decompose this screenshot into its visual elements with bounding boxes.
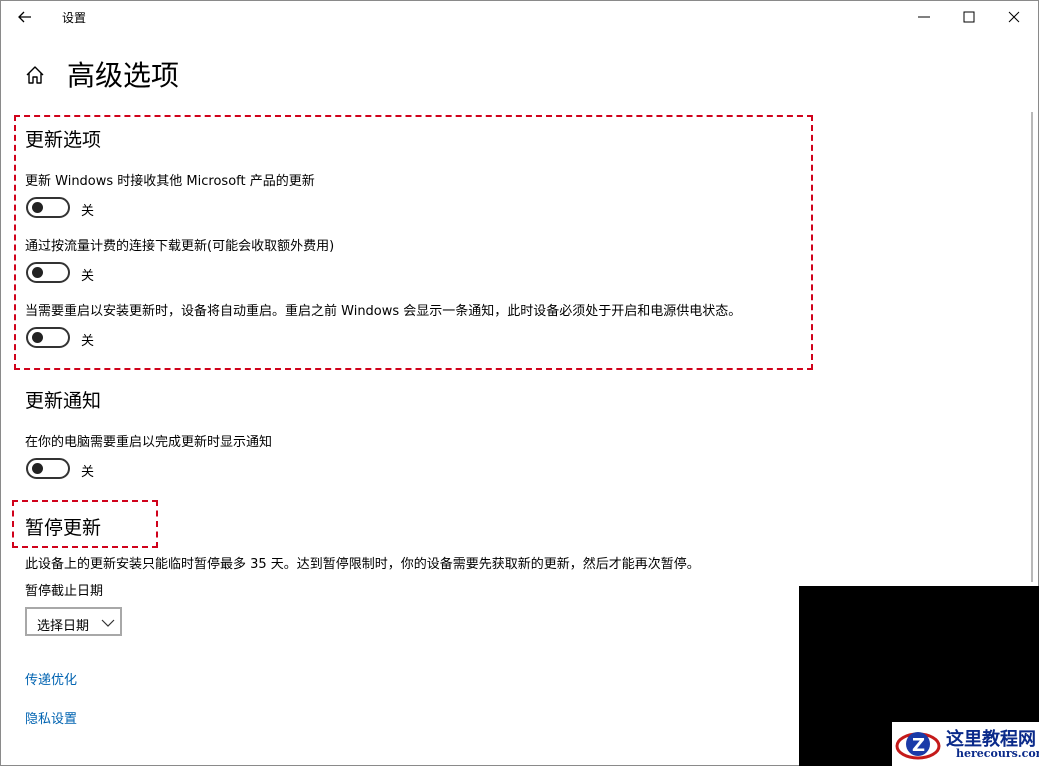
pause-updates-heading: 暂停更新 — [25, 517, 102, 539]
scrollbar[interactable] — [1031, 112, 1033, 582]
title-bar: 设置 — [0, 0, 1039, 34]
watermark: Z 这里教程网 herecours.com — [892, 722, 1039, 766]
pause-description: 此设备上的更新安装只能临时暂停最多 35 天。达到暂停限制时，你的设备需要先获取… — [25, 557, 700, 572]
update-options-heading: 更新选项 — [25, 129, 102, 151]
app-title: 设置 — [62, 11, 87, 25]
toggle-knob — [32, 267, 43, 278]
pause-date-label: 暂停截止日期 — [25, 584, 104, 599]
toggle-state-label: 关 — [81, 204, 95, 219]
toggle-state-label: 关 — [81, 465, 95, 480]
update-notify-heading: 更新通知 — [25, 390, 102, 412]
toggle-knob — [32, 202, 43, 213]
toggle-knob — [32, 332, 43, 343]
toggle-state-label: 关 — [81, 334, 95, 349]
metered-download-label: 通过按流量计费的连接下载更新(可能会收取额外费用) — [25, 239, 335, 254]
toggle-state-label: 关 — [81, 269, 95, 284]
close-icon[interactable] — [1001, 4, 1027, 30]
minimize-icon[interactable] — [911, 4, 937, 30]
metered-download-toggle[interactable] — [26, 262, 70, 283]
svg-text:Z: Z — [912, 735, 925, 756]
back-arrow-icon[interactable] — [14, 6, 36, 28]
restart-notify-toggle[interactable] — [26, 458, 70, 479]
receive-other-products-label: 更新 Windows 时接收其他 Microsoft 产品的更新 — [25, 174, 315, 189]
toggle-knob — [32, 463, 43, 474]
watermark-url: herecours.com — [956, 747, 1039, 760]
delivery-optimization-link[interactable]: 传递优化 — [25, 669, 77, 688]
restart-notify-label: 在你的电脑需要重启以完成更新时显示通知 — [25, 435, 273, 450]
privacy-settings-link[interactable]: 隐私设置 — [25, 708, 77, 727]
pause-date-value: 选择日期 — [37, 619, 90, 634]
watermark-logo-icon: Z — [895, 732, 941, 760]
receive-other-products-toggle[interactable] — [26, 197, 70, 218]
auto-restart-label: 当需要重启以安装更新时，设备将自动重启。重启之前 Windows 会显示一条通知… — [25, 304, 742, 319]
auto-restart-toggle[interactable] — [26, 327, 70, 348]
page-title: 高级选项 — [67, 59, 180, 92]
pause-date-select[interactable]: 选择日期 — [25, 607, 122, 636]
chevron-down-icon — [101, 619, 115, 627]
home-icon[interactable] — [24, 64, 46, 86]
maximize-icon[interactable] — [956, 4, 982, 30]
